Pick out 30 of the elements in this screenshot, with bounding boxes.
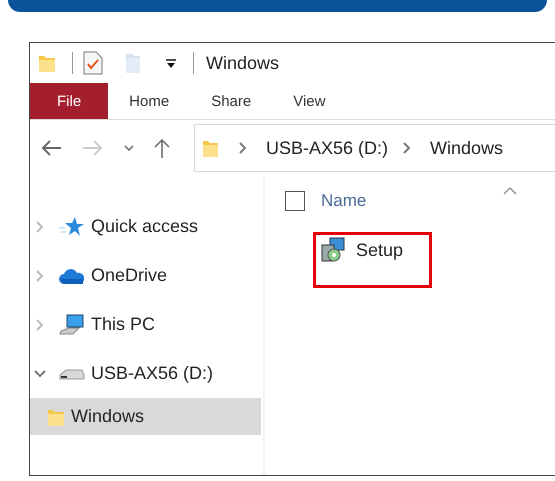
ribbon-tab[interactable]: Home: [108, 83, 190, 119]
navigation-item[interactable]: Windows: [30, 398, 261, 435]
folder-icon: [202, 138, 218, 158]
installer-icon[interactable]: [320, 237, 346, 263]
file-name[interactable]: Setup: [356, 240, 404, 260]
address-bar[interactable]: USB-AX56 (D:) Windows: [194, 124, 555, 172]
chevron-down-icon[interactable]: [34, 368, 46, 380]
window-title: Windows: [206, 52, 280, 74]
navigation-item[interactable]: Quick access: [30, 202, 263, 251]
up-icon[interactable]: [154, 138, 170, 158]
computer-icon: [59, 314, 85, 336]
cloud-icon: [59, 266, 85, 284]
properties-icon[interactable]: [83, 51, 103, 75]
ribbon-tab[interactable]: File: [30, 83, 108, 119]
column-header[interactable]: Name: [321, 191, 366, 211]
breadcrumb[interactable]: Windows: [430, 138, 504, 158]
chevron-right-icon[interactable]: [238, 142, 246, 154]
select-all-checkbox[interactable]: [285, 191, 305, 211]
navigation-item[interactable]: USB-AX56 (D:): [30, 349, 263, 398]
sort-up-icon[interactable]: [503, 187, 517, 195]
drive-icon: [59, 366, 85, 380]
chevron-right-icon[interactable]: [402, 142, 410, 154]
ribbon-tab[interactable]: Share: [190, 83, 272, 119]
ribbon-tab[interactable]: View: [272, 83, 346, 119]
breadcrumb[interactable]: USB-AX56 (D:): [266, 138, 388, 158]
navigation-item[interactable]: OneDrive: [30, 251, 263, 300]
star-icon: [59, 216, 85, 238]
navigation-item[interactable]: This PC: [30, 300, 263, 349]
dropdown-icon[interactable]: [165, 57, 177, 69]
back-icon[interactable]: [40, 138, 62, 158]
